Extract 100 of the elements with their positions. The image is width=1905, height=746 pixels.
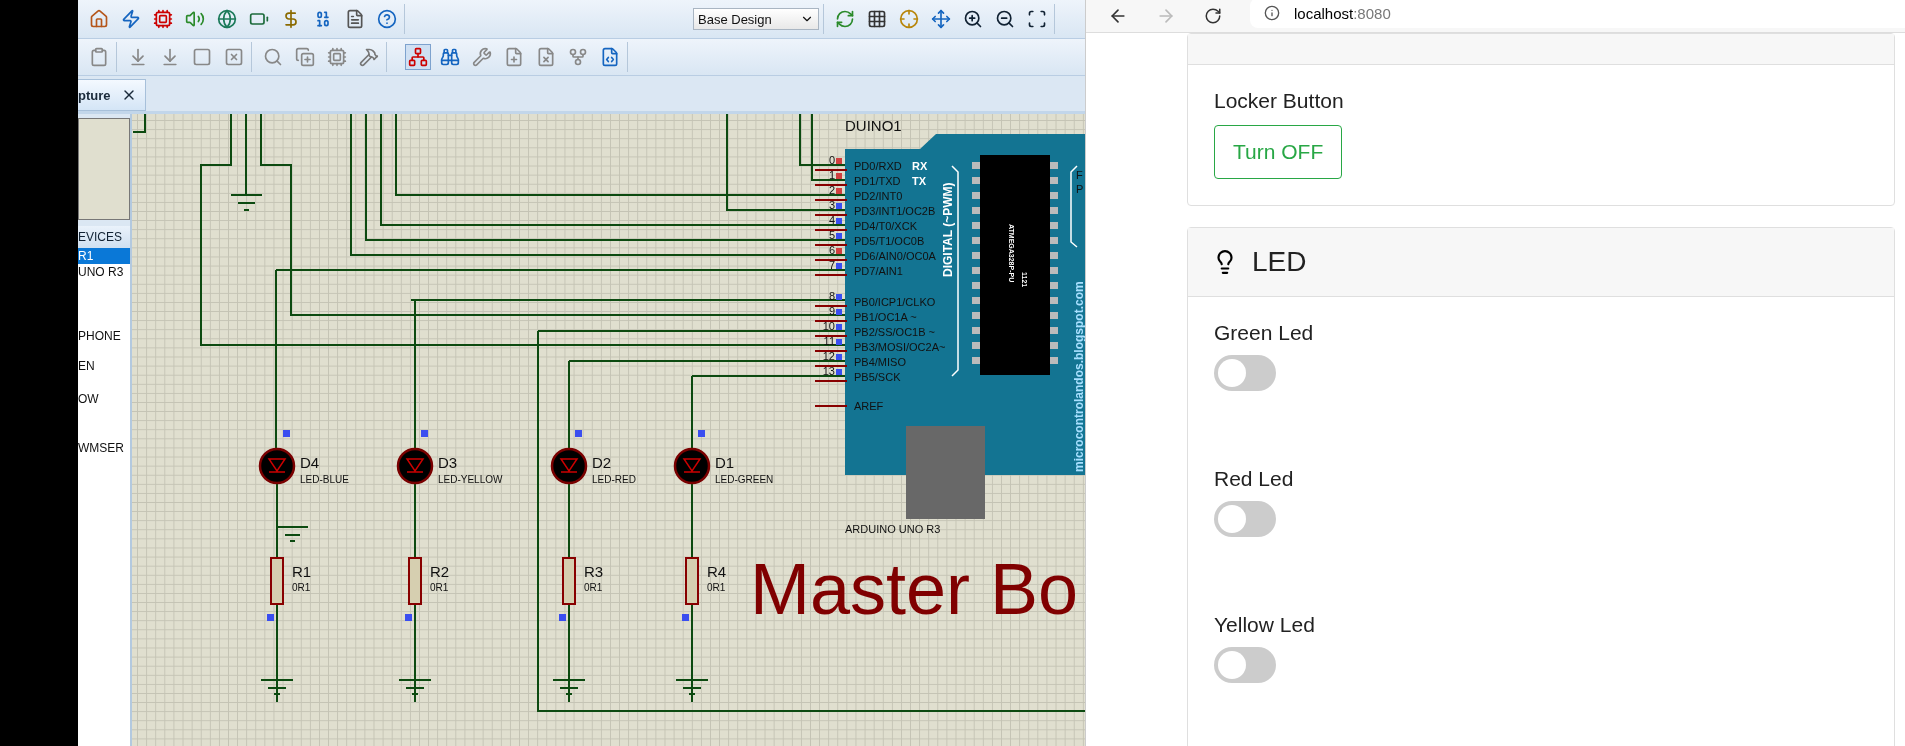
control-label: Locker Button — [1214, 89, 1344, 113]
resistor-drawing — [685, 557, 699, 605]
block-rotate-icon — [192, 47, 212, 67]
part-label: ARDUINO UNO R3 — [845, 523, 941, 535]
panel-title: EVICES — [78, 230, 122, 244]
resistor-ref: R2 — [430, 563, 450, 580]
pin-marker — [559, 614, 566, 621]
resistor-drawing — [408, 557, 422, 605]
help-icon — [377, 9, 397, 29]
led-drawing — [673, 447, 711, 485]
pin-number: 5 — [828, 229, 835, 241]
zoom-in-icon — [963, 9, 983, 29]
device-item[interactable]: OW — [78, 374, 130, 407]
pin-marker — [283, 430, 290, 437]
pick-device-icon — [263, 47, 283, 67]
zoom-out-icon — [995, 9, 1015, 29]
pin-label: P — [1076, 183, 1084, 195]
address-bar[interactable]: localhost:8080 — [1250, 0, 1905, 28]
board-vertical-text: microcontrolandos.blogspot.com — [1072, 281, 1085, 472]
pin-marker — [682, 614, 689, 621]
chip-icon — [153, 9, 173, 29]
led-drawing — [550, 447, 588, 485]
device-item[interactable]: EN — [78, 344, 130, 374]
clipboard-icon — [89, 47, 109, 67]
pin-number: 10 — [822, 320, 835, 332]
design-dropdown[interactable]: Base Design — [693, 8, 819, 30]
pin-label: PD7/AIN1 — [854, 265, 903, 277]
url-text: localhost:8080 — [1294, 4, 1391, 22]
pin-line — [814, 365, 848, 367]
pin-line — [814, 244, 848, 246]
pin-number: 9 — [828, 305, 835, 317]
resistor-drawing — [270, 557, 284, 605]
document-icon — [345, 9, 365, 29]
switch-label: Red Led — [1214, 467, 1294, 491]
resistor-value: 0R1 — [707, 582, 726, 593]
zoom-fit-icon — [1027, 9, 1047, 29]
device-item[interactable]: WMSER — [78, 407, 130, 456]
block-delete-icon — [224, 47, 244, 67]
netlist-button[interactable] — [405, 44, 431, 70]
device-item[interactable]: PHONE — [78, 280, 130, 344]
block-copy-icon — [160, 47, 180, 67]
pin-label: PB4/MISO — [854, 356, 906, 368]
pin-line — [814, 320, 848, 322]
device-item[interactable]: R1 — [78, 248, 130, 264]
led-type: LED-RED — [592, 474, 636, 485]
led-drawing — [396, 447, 434, 485]
reload-icon — [1204, 7, 1222, 25]
pin-line — [814, 274, 848, 276]
pin-number: 11 — [823, 335, 835, 347]
house-icon — [89, 9, 109, 29]
pin-line — [814, 380, 848, 382]
ground-icon — [552, 679, 586, 695]
pin-number: 0 — [828, 154, 835, 166]
pin-line — [814, 199, 848, 201]
ground-icon — [398, 679, 432, 695]
refresh-icon — [835, 9, 855, 29]
toggle-switch[interactable] — [1214, 355, 1276, 391]
pin-number: 13 — [822, 365, 835, 377]
remove-sheet-icon — [536, 47, 556, 67]
sheet-title: Master Bo — [750, 549, 1079, 629]
switch-label: Green Led — [1214, 321, 1314, 345]
info-icon — [1264, 5, 1280, 21]
resistor-ref: R4 — [707, 563, 727, 580]
pin-line — [814, 214, 848, 216]
resistor-drawing — [562, 557, 576, 605]
pin-label: PB1/OC1A ~ — [854, 311, 917, 323]
pin-number: 2 — [828, 184, 835, 196]
pin-label: PD4/T0/XCK — [854, 220, 917, 232]
pin-label: PB3/MOSI/OC2A~ — [854, 341, 946, 353]
pin-line — [814, 350, 848, 352]
pin-number: 3 — [828, 199, 835, 211]
pin-number: 6 — [828, 244, 835, 256]
toggle-switch[interactable] — [1214, 647, 1276, 683]
reload-button[interactable] — [1204, 7, 1222, 25]
overview-thumbnail[interactable] — [78, 118, 130, 220]
resistor-value: 0R1 — [430, 582, 449, 593]
pin-label: PB2/SS/OC1B ~ — [854, 326, 935, 338]
led-type: LED-BLUE — [300, 474, 349, 485]
switch-label: Yellow Led — [1214, 613, 1315, 637]
device-item[interactable]: UNO R3 — [78, 264, 130, 280]
pin-line — [814, 405, 848, 407]
pin-line — [814, 305, 848, 307]
tx-label: TX — [912, 175, 927, 187]
led-ref: D3 — [438, 454, 458, 471]
led-ref: D4 — [300, 454, 320, 471]
hammer-icon — [359, 47, 379, 67]
pin-marker — [698, 430, 705, 437]
card-title: LED — [1252, 246, 1307, 278]
speaker-icon — [185, 9, 205, 29]
pin-number: 4 — [828, 214, 835, 226]
block-move-icon — [128, 47, 148, 67]
resistor-value: 0R1 — [292, 582, 311, 593]
pin-label: PB5/SCK — [854, 371, 901, 383]
toggle-switch[interactable] — [1214, 501, 1276, 537]
ground-icon — [260, 679, 294, 695]
document-tab[interactable]: pture — [78, 79, 146, 111]
make-device-icon — [295, 47, 315, 67]
pin-label: PD2/INT0 — [854, 190, 903, 202]
pin-label: PD1/TXD — [854, 175, 901, 187]
resistor-value: 0R1 — [584, 582, 603, 593]
